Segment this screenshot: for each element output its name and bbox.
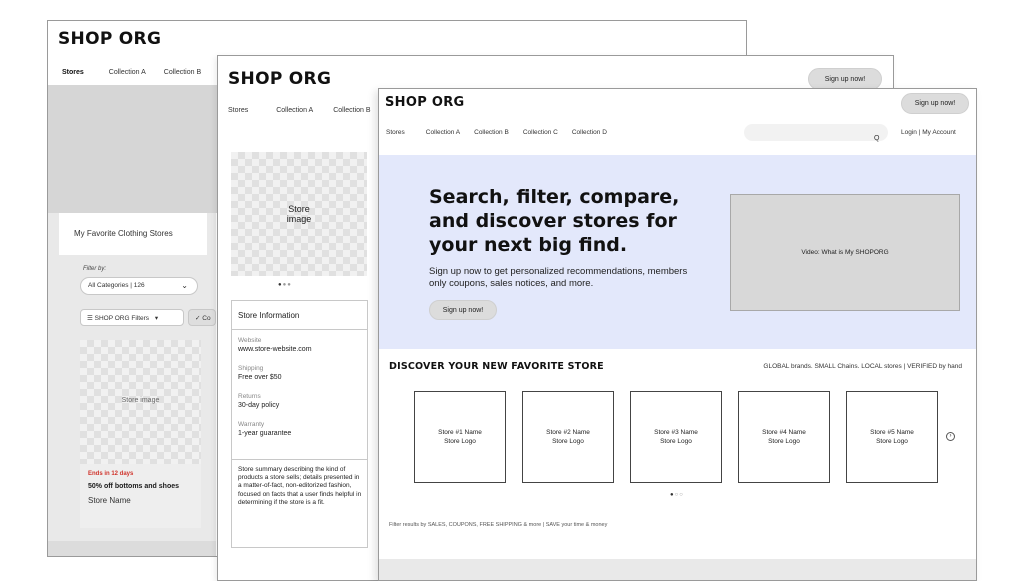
store-image[interactable]: Store image: [231, 152, 367, 276]
nav-collection-a[interactable]: Collection A: [426, 129, 460, 136]
panel-title: Store Information: [238, 311, 300, 320]
field-label: Shipping: [238, 365, 264, 372]
nav-stores[interactable]: Stores: [386, 129, 405, 136]
brand-logo[interactable]: SHOP ORG: [385, 95, 464, 110]
field-value[interactable]: www.store-website.com: [238, 346, 312, 353]
nav-collection-b[interactable]: Collection B: [474, 129, 509, 136]
nav-stores[interactable]: Stores: [62, 69, 84, 76]
search-icon[interactable]: Q: [874, 135, 879, 142]
check-icon: ✓: [195, 315, 201, 322]
field-warranty: Warranty 1-year guarantee: [238, 421, 291, 437]
discover-heading: DISCOVER YOUR NEW FAVORITE STORE: [389, 361, 604, 372]
store-card[interactable]: Store #3 Name Store Logo: [630, 391, 722, 483]
field-label: Warranty: [238, 421, 265, 428]
filters-label: SHOP ORG Filters: [94, 315, 150, 322]
list-icon: ☰: [87, 315, 93, 322]
store-card-name: Store #2 Name: [546, 429, 590, 436]
field-website: Website www.store-website.com: [238, 337, 312, 353]
window-front: SHOP ORG Sign up now! Stores Collection …: [378, 88, 977, 581]
carousel-dots[interactable]: ●○○: [670, 492, 684, 498]
store-card-logo: Store Logo: [444, 438, 476, 445]
ends-badge: Ends in 12 days: [88, 471, 134, 477]
hero-section: Search, filter, compare, and discover st…: [379, 155, 976, 349]
nav-collection-c[interactable]: Collection C: [523, 129, 558, 136]
field-value: 1-year guarantee: [238, 430, 292, 437]
nav-collection-b[interactable]: Collection B: [333, 107, 370, 114]
hero-subtext: Sign up now to get personalized recommen…: [429, 266, 688, 289]
search-input[interactable]: [744, 124, 888, 141]
store-image-label: Store image: [121, 397, 160, 404]
carousel-dots[interactable]: ●●●: [278, 282, 292, 288]
store-card-logo: Store Logo: [660, 438, 692, 445]
store-card-name: Store #4 Name: [762, 429, 806, 436]
store-card[interactable]: Store #5 Name Store Logo: [846, 391, 938, 483]
nav-stores[interactable]: Stores: [228, 107, 248, 114]
store-card-name: Store #5 Name: [870, 429, 914, 436]
filter-note: Filter results by SALES, COUPONS, FREE S…: [389, 522, 608, 528]
store-card-name: Store #1 Name: [438, 429, 482, 436]
chevron-down-icon: ⌄: [181, 281, 188, 290]
store-card[interactable]: Store #2 Name Store Logo: [522, 391, 614, 483]
category-select-value: All Categories | 126: [88, 282, 145, 289]
nav-collection-b[interactable]: Collection B: [164, 69, 201, 76]
carousel-next-icon[interactable]: ›: [946, 432, 955, 441]
footer-bar: [48, 541, 216, 556]
store-card-name: Store #3 Name: [654, 429, 698, 436]
store-card[interactable]: Store #4 Name Store Logo: [738, 391, 830, 483]
sign-up-button[interactable]: Sign up now!: [808, 68, 882, 90]
divider: [232, 329, 367, 330]
field-label: Returns: [238, 393, 261, 400]
field-label: Website: [238, 337, 262, 344]
store-card[interactable]: Store #1 Name Store Logo: [414, 391, 506, 483]
nav-collection-a[interactable]: Collection A: [109, 69, 146, 76]
filter-label: Filter by:: [83, 266, 107, 272]
partial-chip-label: Co: [202, 315, 211, 322]
store-card[interactable]: Ends in 12 days 50% off bottoms and shoe…: [80, 464, 201, 528]
category-select[interactable]: All Categories | 126 ⌄: [80, 277, 198, 295]
hero-headline: Search, filter, compare, and discover st…: [429, 186, 680, 256]
store-card-logo: Store Logo: [768, 438, 800, 445]
sign-up-button[interactable]: Sign up now!: [901, 93, 969, 114]
hero-sign-up-button[interactable]: Sign up now!: [429, 300, 497, 320]
shop-org-filters-button[interactable]: ☰ SHOP ORG Filters ▾: [80, 309, 184, 326]
store-card-logo: Store Logo: [876, 438, 908, 445]
store-image-label: Store image: [286, 204, 312, 224]
brand-logo[interactable]: SHOP ORG: [228, 69, 331, 89]
store-name: Store Name: [88, 496, 131, 505]
store-information-panel: Store Information Website www.store-webs…: [231, 300, 368, 548]
login-account-link[interactable]: Login | My Account: [901, 129, 956, 136]
deal-text: 50% off bottoms and shoes: [88, 483, 180, 490]
field-returns: Returns 30-day policy: [238, 393, 279, 409]
discover-tagline: GLOBAL brands. SMALL Chains. LOCAL store…: [763, 363, 962, 370]
tab-favorite-stores[interactable]: My Favorite Clothing Stores: [59, 213, 207, 255]
store-summary: Store summary describing the kind of pro…: [238, 466, 362, 506]
store-card-image[interactable]: Store image: [80, 340, 201, 464]
nav-collection-a[interactable]: Collection A: [276, 107, 313, 114]
store-card-logo: Store Logo: [552, 438, 584, 445]
video-label: Video: What is My SHOPORG: [801, 249, 889, 256]
video-player[interactable]: Video: What is My SHOPORG: [730, 194, 960, 311]
divider: [232, 459, 367, 460]
partial-filter-chip[interactable]: ✓ Co: [188, 309, 216, 326]
nav-collection-d[interactable]: Collection D: [572, 129, 607, 136]
field-value: 30-day policy: [238, 402, 280, 409]
field-shipping: Shipping Free over $50: [238, 365, 282, 381]
field-value: Free over $50: [238, 374, 282, 381]
brand-logo[interactable]: SHOP ORG: [58, 29, 161, 49]
caret-down-icon: ▾: [154, 315, 159, 322]
footer-bar: [379, 559, 976, 580]
